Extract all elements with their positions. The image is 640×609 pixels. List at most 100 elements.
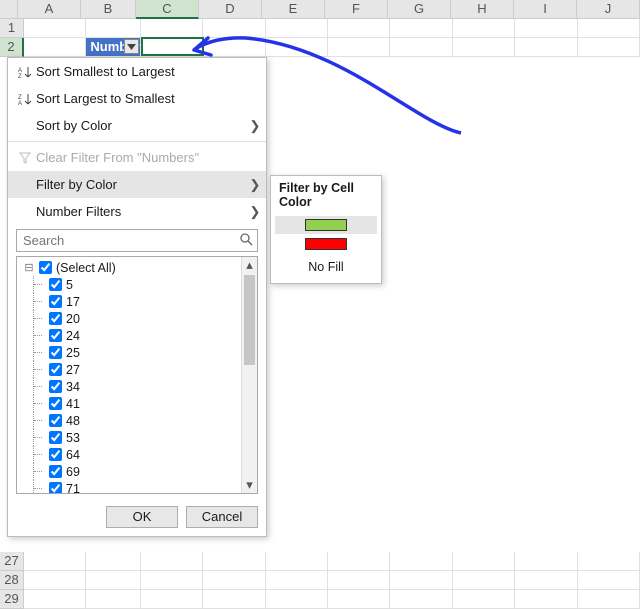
- cell-C2[interactable]: [141, 38, 203, 57]
- cell-A1[interactable]: [24, 19, 86, 38]
- cell-C1[interactable]: [141, 19, 203, 38]
- row-header-29[interactable]: 29: [0, 590, 24, 609]
- ok-button[interactable]: OK: [106, 506, 178, 528]
- filter-value-item[interactable]: 34: [23, 378, 241, 395]
- scrollbar[interactable]: ▴ ▾: [241, 257, 257, 493]
- cell-H29[interactable]: [453, 590, 515, 609]
- sort-by-color-item[interactable]: Sort by Color ❯: [8, 112, 266, 139]
- cell-I2[interactable]: [515, 38, 577, 57]
- cell-D2[interactable]: [203, 38, 265, 57]
- filter-value-checkbox[interactable]: [49, 363, 62, 376]
- column-header-B[interactable]: B: [81, 0, 136, 19]
- filter-value-checkbox[interactable]: [39, 261, 52, 274]
- cell-B1[interactable]: [86, 19, 140, 38]
- cell-H27[interactable]: [453, 552, 515, 571]
- cell-J1[interactable]: [578, 19, 640, 38]
- no-fill-option[interactable]: No Fill: [271, 254, 381, 277]
- select-all-corner[interactable]: [0, 0, 18, 19]
- column-header-F[interactable]: F: [325, 0, 388, 19]
- column-header-A[interactable]: A: [18, 0, 81, 19]
- color-swatch-option[interactable]: [275, 235, 377, 253]
- filter-value-checkbox[interactable]: [49, 482, 62, 493]
- cell-G28[interactable]: [390, 571, 452, 590]
- cell-G27[interactable]: [390, 552, 452, 571]
- cell-J29[interactable]: [578, 590, 640, 609]
- column-header-D[interactable]: D: [199, 0, 262, 19]
- scroll-thumb[interactable]: [244, 275, 255, 365]
- cell-I28[interactable]: [515, 571, 577, 590]
- cell-F27[interactable]: [328, 552, 390, 571]
- cell-H28[interactable]: [453, 571, 515, 590]
- column-header-H[interactable]: H: [451, 0, 514, 19]
- filter-value-item[interactable]: 20: [23, 310, 241, 327]
- cell-A29[interactable]: [24, 590, 86, 609]
- cell-G2[interactable]: [390, 38, 452, 57]
- cell-J2[interactable]: [578, 38, 640, 57]
- cell-E1[interactable]: [266, 19, 328, 38]
- cell-B29[interactable]: [86, 590, 140, 609]
- filter-value-item[interactable]: 64: [23, 446, 241, 463]
- filter-value-checkbox[interactable]: [49, 414, 62, 427]
- cell-F1[interactable]: [328, 19, 390, 38]
- column-header-G[interactable]: G: [388, 0, 451, 19]
- filter-value-item[interactable]: 24: [23, 327, 241, 344]
- cell-B2[interactable]: Numbers: [86, 38, 140, 57]
- cell-E28[interactable]: [266, 571, 328, 590]
- filter-value-item[interactable]: 53: [23, 429, 241, 446]
- filter-value-checkbox[interactable]: [49, 295, 62, 308]
- filter-value-checkbox[interactable]: [49, 278, 62, 291]
- filter-value-checkbox[interactable]: [49, 397, 62, 410]
- filter-value-item[interactable]: 41: [23, 395, 241, 412]
- cell-E2[interactable]: [266, 38, 328, 57]
- cell-E29[interactable]: [266, 590, 328, 609]
- cell-J27[interactable]: [578, 552, 640, 571]
- cell-I29[interactable]: [515, 590, 577, 609]
- column-header-E[interactable]: E: [262, 0, 325, 19]
- cell-F28[interactable]: [328, 571, 390, 590]
- filter-value-item[interactable]: 25: [23, 344, 241, 361]
- scroll-up-icon[interactable]: ▴: [242, 257, 257, 273]
- cell-A28[interactable]: [24, 571, 86, 590]
- row-header-28[interactable]: 28: [0, 571, 24, 590]
- filter-search-input[interactable]: [21, 232, 239, 249]
- cell-B28[interactable]: [86, 571, 140, 590]
- filter-value-checkbox[interactable]: [49, 431, 62, 444]
- filter-value-item[interactable]: 48: [23, 412, 241, 429]
- filter-value-item[interactable]: 69: [23, 463, 241, 480]
- cell-D29[interactable]: [203, 590, 265, 609]
- number-filters-item[interactable]: Number Filters ❯: [8, 198, 266, 225]
- filter-by-color-item[interactable]: Filter by Color ❯: [8, 171, 266, 198]
- cell-C29[interactable]: [141, 590, 203, 609]
- filter-value-item[interactable]: 5: [23, 276, 241, 293]
- cell-G1[interactable]: [390, 19, 452, 38]
- column-header-J[interactable]: J: [577, 0, 640, 19]
- cell-B27[interactable]: [86, 552, 140, 571]
- filter-value-checkbox[interactable]: [49, 448, 62, 461]
- cell-J28[interactable]: [578, 571, 640, 590]
- filter-search[interactable]: [16, 229, 258, 252]
- filter-dropdown-button[interactable]: [124, 39, 139, 54]
- filter-value-item[interactable]: 17: [23, 293, 241, 310]
- cell-F29[interactable]: [328, 590, 390, 609]
- column-header-I[interactable]: I: [514, 0, 577, 19]
- row-header-2[interactable]: 2: [0, 38, 24, 57]
- cell-I1[interactable]: [515, 19, 577, 38]
- filter-value-checkbox[interactable]: [49, 312, 62, 325]
- cell-A27[interactable]: [24, 552, 86, 571]
- filter-value-checkbox[interactable]: [49, 346, 62, 359]
- cancel-button[interactable]: Cancel: [186, 506, 258, 528]
- filter-value-item[interactable]: 27: [23, 361, 241, 378]
- row-header-1[interactable]: 1: [0, 19, 24, 38]
- filter-value-item[interactable]: 71: [23, 480, 241, 493]
- cell-D28[interactable]: [203, 571, 265, 590]
- row-header-27[interactable]: 27: [0, 552, 24, 571]
- cell-F2[interactable]: [328, 38, 390, 57]
- cell-G29[interactable]: [390, 590, 452, 609]
- column-header-C[interactable]: C: [136, 0, 199, 19]
- color-swatch-option[interactable]: [275, 216, 377, 234]
- cell-C28[interactable]: [141, 571, 203, 590]
- sort-descending-item[interactable]: ZA Sort Largest to Smallest: [8, 85, 266, 112]
- cell-D27[interactable]: [203, 552, 265, 571]
- cell-E27[interactable]: [266, 552, 328, 571]
- cell-A2[interactable]: [24, 38, 86, 57]
